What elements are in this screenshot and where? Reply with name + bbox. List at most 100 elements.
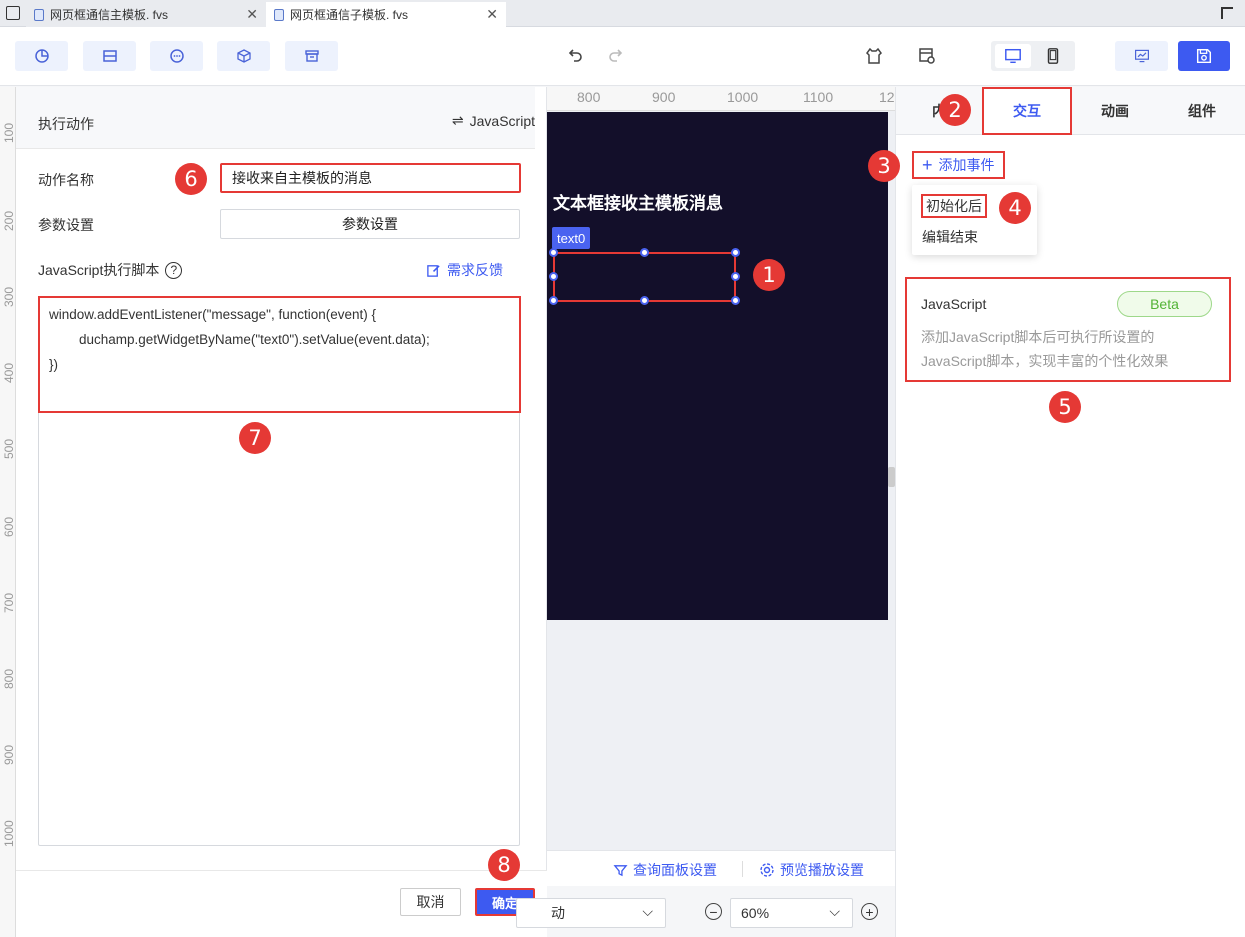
layout-select-value: 动 <box>551 905 565 921</box>
canvas-bottom-bar: 查询面板设置 预览播放设置 <box>547 850 895 886</box>
menu-item-edit-end[interactable]: 编辑结束 <box>922 227 978 247</box>
more-widgets-button[interactable] <box>150 41 203 71</box>
beta-badge: Beta <box>1117 291 1212 317</box>
ruler-label: 800 <box>2 668 16 689</box>
marker-5: 5 <box>1049 391 1081 423</box>
tab-sub-template[interactable]: 网页框通信子模板. fvs ✕ <box>266 2 506 27</box>
resize-handle[interactable] <box>640 296 649 305</box>
filter-icon <box>613 864 628 876</box>
tab-animation[interactable]: 动画 <box>1072 87 1158 135</box>
swap-icon: ⇌ <box>451 112 464 128</box>
layout-select[interactable]: 动 ⌵ <box>516 898 666 928</box>
edit-icon <box>427 264 440 277</box>
preview-button[interactable] <box>1115 41 1168 71</box>
theme-icon[interactable] <box>863 45 885 67</box>
param-settings-button[interactable]: 参数设置 <box>220 209 520 239</box>
code-line: }) <box>49 357 59 372</box>
resize-handle[interactable] <box>731 272 740 281</box>
close-icon[interactable]: ✕ <box>486 6 498 23</box>
add-event-button[interactable]: + 添加事件 <box>912 151 1005 179</box>
resize-handle[interactable] <box>549 248 558 257</box>
resize-handle[interactable] <box>549 296 558 305</box>
chevron-down-icon: ⌵ <box>642 903 653 919</box>
dialog-header: 执行动作 ⇌ JavaScript <box>16 87 535 149</box>
presentation-icon <box>1134 49 1149 63</box>
save-button[interactable] <box>1178 41 1230 71</box>
tab-interaction[interactable]: 交互 <box>982 87 1072 135</box>
ruler-label: 500 <box>2 438 16 459</box>
panel-resize-handle[interactable] <box>888 467 895 487</box>
ruler-label: 600 <box>2 516 16 537</box>
redo-icon[interactable] <box>605 45 627 67</box>
artboard[interactable]: 文本框接收主模板消息 text0 <box>547 112 888 620</box>
preview-settings-link[interactable]: 预览播放设置 <box>759 860 864 880</box>
resize-handle[interactable] <box>731 296 740 305</box>
tab-widget[interactable]: 组件 <box>1158 87 1245 135</box>
file-icon <box>274 8 284 21</box>
javascript-action-card[interactable]: JavaScript Beta 添加JavaScript脚本后可执行所设置的 J… <box>905 277 1231 382</box>
tab-label: 网页框通信主模板. fvs <box>50 8 169 22</box>
ruler-label: 200 <box>2 210 16 231</box>
pie-chart-icon <box>34 49 49 63</box>
ruler-label: 700 <box>2 592 16 613</box>
add-event-label: 添加事件 <box>938 157 995 173</box>
resize-handle[interactable] <box>549 272 558 281</box>
menu-item-after-init[interactable]: 初始化后 <box>921 194 987 218</box>
property-panel: 内 交互 动画 组件 + 添加事件 初始化后 编辑结束 JavaScript B… <box>895 87 1245 937</box>
script-label: JavaScript执行脚本 <box>38 262 160 278</box>
more-icon <box>169 49 184 63</box>
main-toolbar <box>0 27 1245 86</box>
resize-handle[interactable] <box>731 248 740 257</box>
js-card-title: JavaScript <box>921 296 987 312</box>
template-settings-icon[interactable] <box>916 45 938 67</box>
ruler-label: 300 <box>2 286 16 307</box>
code-line: duchamp.getWidgetByName("text0").setValu… <box>49 332 430 347</box>
execute-action-dialog: 执行动作 ⇌ JavaScript 动作名称 接收来自主模板的消息 参数设置 参… <box>16 87 547 937</box>
archive-icon <box>304 50 319 62</box>
file-tab-bar: 网页框通信主模板. fvs ✕ 网页框通信子模板. fvs ✕ <box>0 0 1245 27</box>
desktop-view-button[interactable] <box>995 44 1031 68</box>
zoom-value: 60% <box>741 905 770 921</box>
tab-main-template[interactable]: 网页框通信主模板. fvs ✕ <box>26 2 266 27</box>
zoom-select[interactable]: 60% ⌵ <box>730 898 853 928</box>
table-icon <box>102 50 117 62</box>
action-name-input[interactable]: 接收来自主模板的消息 <box>220 163 521 193</box>
ruler-label: 100 <box>2 122 16 143</box>
cancel-button[interactable]: 取消 <box>400 888 461 916</box>
script-editor[interactable]: window.addEventListener("message", funct… <box>38 296 520 846</box>
zoom-in-icon[interactable]: + <box>861 903 878 920</box>
ruler-label: 1100 <box>803 89 834 105</box>
param-settings-label: 参数设置 <box>38 217 94 233</box>
monitor-icon <box>1005 48 1021 64</box>
component-button[interactable] <box>217 41 270 71</box>
ruler-label: 400 <box>2 362 16 383</box>
ruler-label: 1000 <box>2 820 16 847</box>
zoom-out-icon[interactable]: − <box>705 903 722 920</box>
table-button[interactable] <box>83 41 136 71</box>
zoom-bar: 动 ⌵ − 60% ⌵ + <box>516 886 895 937</box>
marker-8: 8 <box>488 849 520 881</box>
text-widget[interactable] <box>553 252 736 302</box>
resize-handle[interactable] <box>640 248 649 257</box>
marker-1: 1 <box>753 259 785 291</box>
tab-overflow-icon[interactable] <box>1221 7 1233 19</box>
dialog-title: 执行动作 <box>38 116 94 132</box>
window-menu-icon[interactable] <box>6 6 20 20</box>
help-icon[interactable]: ? <box>165 261 183 279</box>
action-type-switch[interactable]: ⇌ JavaScript <box>452 112 535 129</box>
mobile-view-button[interactable] <box>1035 44 1071 68</box>
cube-icon <box>236 49 251 63</box>
design-canvas: 800 900 1000 1100 12 文本框接收主模板消息 text0 查询… <box>516 87 895 937</box>
device-switch <box>991 41 1075 71</box>
archive-button[interactable] <box>285 41 338 71</box>
feedback-link[interactable]: 需求反馈 <box>426 260 503 280</box>
chart-button[interactable] <box>15 41 68 71</box>
undo-icon[interactable] <box>564 45 586 67</box>
file-icon <box>34 8 44 21</box>
horizontal-ruler: 800 900 1000 1100 12 <box>547 87 895 111</box>
query-panel-settings-link[interactable]: 查询面板设置 <box>613 860 717 880</box>
marker-6: 6 <box>175 163 207 195</box>
close-icon[interactable]: ✕ <box>246 6 258 23</box>
plus-icon: + <box>922 154 933 175</box>
chevron-down-icon: ⌵ <box>829 903 840 919</box>
